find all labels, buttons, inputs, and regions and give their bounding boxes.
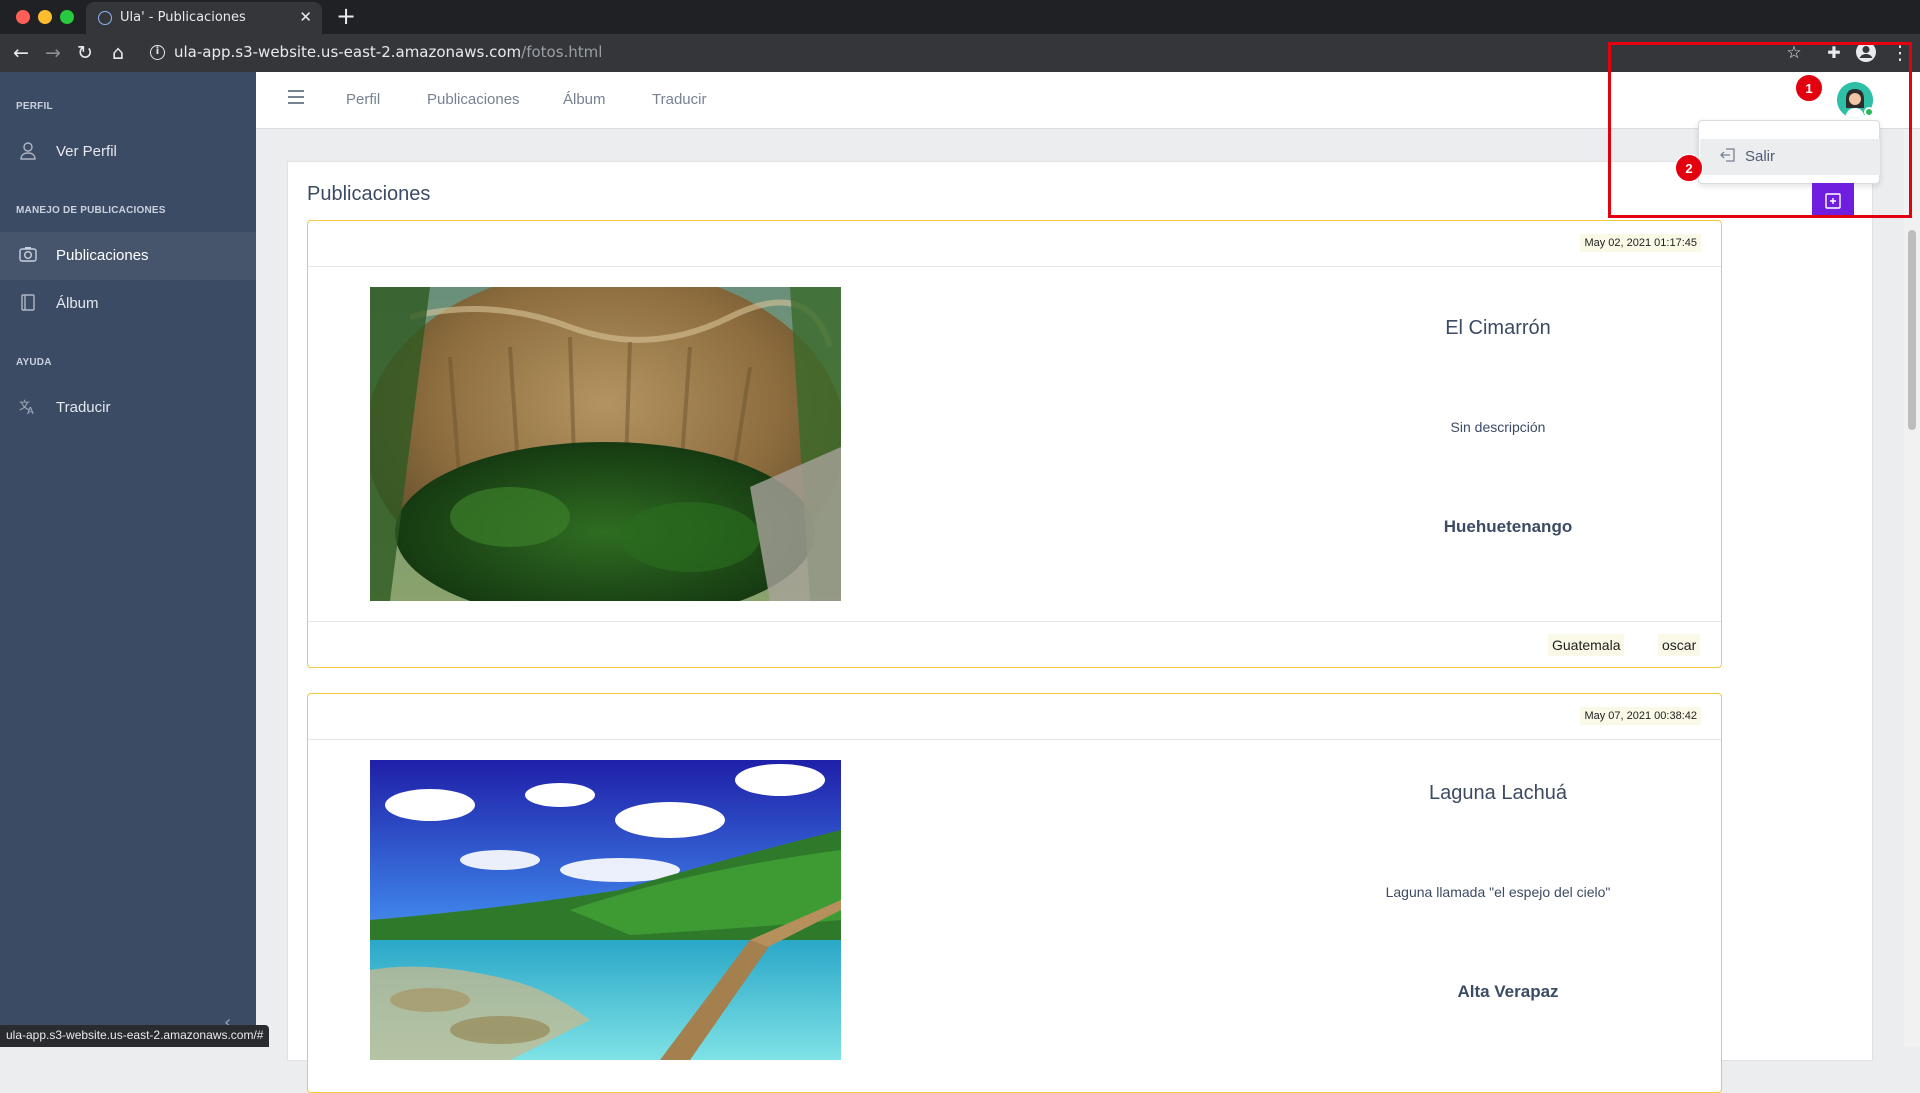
address-bar[interactable]: ula-app.s3-website.us-east-2.amazonaws.c… — [174, 43, 602, 61]
post-header: May 07, 2021 00:38:42 — [308, 694, 1721, 740]
menu-toggle-icon[interactable] — [288, 90, 304, 104]
post-description: Sin descripción — [1450, 419, 1546, 435]
close-tab-icon[interactable]: ✕ — [299, 8, 312, 26]
post-location: Alta Verapaz — [1457, 982, 1559, 1001]
book-icon — [18, 294, 38, 314]
post-date: May 02, 2021 01:17:45 — [1580, 234, 1701, 252]
url-host: ula-app.s3-website.us-east-2.amazonaws.c… — [174, 43, 522, 61]
header-nav-publicaciones[interactable]: Publicaciones — [427, 91, 520, 108]
forward-icon[interactable]: → — [41, 41, 65, 65]
annotation-highlight-box — [1608, 42, 1912, 218]
post-footer: Guatemala oscar — [308, 621, 1721, 667]
favicon-icon — [98, 11, 112, 25]
post-image-lagoon[interactable] — [370, 760, 841, 1060]
annotation-marker-1: 1 — [1795, 74, 1823, 102]
sidebar-item-album[interactable]: Álbum — [0, 280, 256, 328]
annotation-marker-2: 2 — [1675, 154, 1703, 182]
new-tab-button[interactable]: + — [336, 3, 356, 29]
sidebar-item-ver-perfil[interactable]: Ver Perfil — [0, 128, 256, 176]
post-location: Huehuetenango — [1443, 517, 1573, 536]
browser-status-url: ula-app.s3-website.us-east-2.amazonaws.c… — [0, 1025, 270, 1047]
post-image-sinkhole[interactable] — [370, 287, 841, 601]
sidebar-item-label: Ver Perfil — [56, 143, 117, 160]
sidebar-item-traducir[interactable]: 文A Traducir — [0, 384, 256, 432]
tab-title: Ula' - Publicaciones — [120, 10, 246, 25]
reload-icon[interactable]: ↻ — [73, 41, 97, 65]
home-icon[interactable]: ⌂ — [106, 41, 130, 65]
sidebar-section-ayuda: AYUDA — [16, 357, 52, 368]
post-date: May 07, 2021 00:38:42 — [1580, 707, 1701, 725]
page-title: Publicaciones — [307, 183, 431, 205]
back-icon[interactable]: ← — [9, 41, 33, 65]
translate-icon: 文A — [18, 398, 38, 418]
sidebar-item-label: Publicaciones — [56, 247, 149, 264]
post-card: May 07, 2021 00:38:42 Laguna Lachuá Lagu — [307, 693, 1722, 1093]
camera-icon — [18, 246, 38, 266]
post-card: May 02, 2021 01:17:45 El Cimarrón Sin de… — [307, 220, 1722, 668]
post-tag: oscar — [1658, 634, 1701, 656]
post-tag: Guatemala — [1548, 634, 1625, 656]
post-title: El Cimarrón — [1445, 317, 1551, 339]
sidebar-section-perfil: PERFIL — [16, 101, 53, 112]
browser-tab[interactable]: Ula' - Publicaciones ✕ — [86, 2, 322, 34]
sidebar-section-manejo: MANEJO DE PUBLICACIONES — [16, 205, 166, 216]
header-nav-perfil[interactable]: Perfil — [346, 91, 380, 108]
browser-tab-bar: Ula' - Publicaciones ✕ + — [0, 0, 1920, 34]
post-header: May 02, 2021 01:17:45 — [308, 221, 1721, 267]
url-path: /fotos.html — [521, 43, 603, 61]
post-description: Laguna llamada "el espejo del cielo" — [1385, 884, 1611, 900]
svg-text:A: A — [27, 406, 34, 414]
maximize-window-button[interactable] — [60, 10, 74, 24]
sidebar-item-publicaciones[interactable]: Publicaciones — [0, 232, 256, 280]
close-window-button[interactable] — [16, 10, 30, 24]
page-scrollbar-thumb[interactable] — [1908, 230, 1916, 430]
site-info-icon[interactable]: i — [150, 45, 165, 60]
header-nav-album[interactable]: Álbum — [563, 91, 606, 108]
header-nav-traducir[interactable]: Traducir — [652, 91, 706, 108]
user-icon — [18, 142, 38, 162]
sidebar: PERFIL Ver Perfil MANEJO DE PUBLICACIONE… — [0, 72, 256, 1047]
sidebar-item-label: Traducir — [56, 399, 111, 416]
post-title: Laguna Lachuá — [1429, 782, 1567, 804]
sidebar-item-label: Álbum — [56, 295, 99, 312]
minimize-window-button[interactable] — [38, 10, 52, 24]
